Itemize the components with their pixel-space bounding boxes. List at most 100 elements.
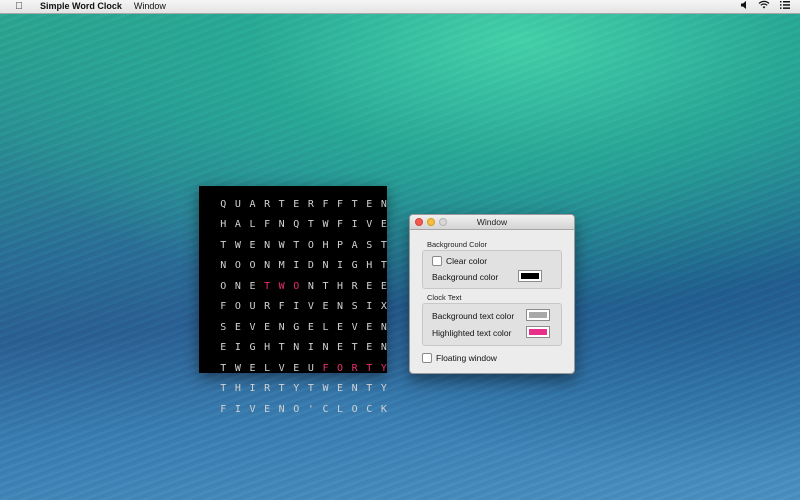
wifi-icon[interactable] (758, 0, 770, 13)
clock-letter: E (366, 280, 373, 292)
clock-letter: H (220, 219, 227, 231)
clock-letter: T (351, 198, 358, 210)
clock-letter: H (264, 342, 271, 354)
clock-letter: F (337, 219, 344, 231)
clock-row: QUARTERFFTEN (216, 194, 391, 215)
clock-letter: N (293, 342, 300, 354)
clock-row: THIRTYTWENTY (216, 379, 391, 400)
clock-letter: E (380, 280, 387, 292)
clock-letter: E (264, 321, 271, 333)
clock-letter: E (366, 321, 373, 333)
floating-window-option[interactable]: Floating window (422, 353, 497, 363)
clock-letter: C (366, 403, 373, 415)
clock-letter: H (337, 280, 344, 292)
clock-letter: R (264, 198, 271, 210)
clock-letter: E (249, 362, 256, 374)
clock-letter: V (249, 403, 256, 415)
volume-icon[interactable] (741, 0, 748, 13)
app-name-menu[interactable]: Simple Word Clock (40, 0, 122, 13)
clock-letter: F (322, 198, 329, 210)
clock-letter: G (351, 260, 358, 272)
clock-letter: E (264, 403, 271, 415)
background-color-well[interactable] (518, 270, 542, 282)
window-menu[interactable]: Window (134, 0, 166, 13)
clock-letter: G (293, 321, 300, 333)
clock-letter: E (234, 321, 241, 333)
clock-letter: V (351, 321, 358, 333)
clock-row: FOURFIVENSIX (216, 297, 391, 318)
clock-letter: A (351, 239, 358, 251)
clock-letter: Q (293, 219, 300, 231)
clock-letter: W (278, 239, 285, 251)
clock-letter: E (337, 383, 344, 395)
clock-letter: S (220, 321, 227, 333)
clock-letter: G (249, 342, 256, 354)
clock-letter: U (249, 301, 256, 313)
clock-letter: E (366, 198, 373, 210)
clock-letter: U (234, 198, 241, 210)
clock-letter: T (220, 362, 227, 374)
clock-letter: R (351, 280, 358, 292)
clock-letter: V (307, 301, 314, 313)
background-text-color-well[interactable] (526, 309, 550, 321)
clock-letter: D (307, 260, 314, 272)
clock-letter: O (293, 403, 300, 415)
clock-letter: Y (380, 383, 387, 395)
clock-letter: I (351, 219, 358, 231)
clock-letter: R (264, 383, 271, 395)
clock-letter: O (337, 362, 344, 374)
clock-letter: L (264, 362, 271, 374)
clock-letter: U (307, 362, 314, 374)
clock-letter: Q (220, 198, 227, 210)
floating-window-checkbox[interactable] (422, 353, 432, 363)
clock-letter: L (337, 403, 344, 415)
word-clock-window[interactable]: QUARTERFFTENHALFNQTWFIVETWENWTOHPASTNOON… (199, 186, 387, 415)
clock-letter: I (307, 342, 314, 354)
clock-letter: N (307, 280, 314, 292)
clock-letter: W (234, 362, 241, 374)
clock-letter: W (234, 239, 241, 251)
clock-letter: E (322, 301, 329, 313)
list-icon[interactable] (780, 0, 790, 13)
clock-letter: S (351, 301, 358, 313)
clock-letter: N (234, 280, 241, 292)
clock-letter: T (264, 280, 271, 292)
clock-letter: T (278, 383, 285, 395)
status-area (741, 0, 790, 13)
clock-letter: N (380, 342, 387, 354)
clock-letter: E (293, 198, 300, 210)
window-title-bar[interactable]: Window (410, 215, 574, 230)
clock-letter: N (264, 260, 271, 272)
clear-color-checkbox[interactable] (432, 256, 442, 266)
clock-letter: E (249, 280, 256, 292)
highlighted-text-color-label: Highlighted text color (432, 328, 512, 338)
clock-letter: W (322, 219, 329, 231)
clock-row: TWENWTOHPAST (216, 235, 391, 256)
clock-letter: E (220, 342, 227, 354)
clock-letter: H (322, 239, 329, 251)
clock-letter: R (307, 198, 314, 210)
clock-letter: N (351, 383, 358, 395)
clock-letter: F (220, 403, 227, 415)
clock-letter: N (220, 260, 227, 272)
clock-letter: E (337, 342, 344, 354)
clock-letter: F (264, 219, 271, 231)
clock-letter: I (249, 383, 256, 395)
clear-color-option[interactable]: Clear color (432, 256, 487, 266)
clock-row: NOONMIDNIGHT (216, 256, 391, 277)
clock-text-section-label: Clock Text (427, 293, 462, 302)
clock-letter: W (322, 383, 329, 395)
clock-letter: N (322, 260, 329, 272)
clock-letter: ' (307, 403, 314, 415)
clock-row: SEVENGELEVEN (216, 317, 391, 338)
clock-text-group: Background text color Highlighted text c… (422, 303, 562, 346)
window-title: Window (476, 217, 508, 227)
clock-letter: I (293, 260, 300, 272)
clock-letter: I (234, 403, 241, 415)
highlighted-text-color-well[interactable] (526, 326, 550, 338)
clock-letter: R (264, 301, 271, 313)
clock-letter: F (337, 198, 344, 210)
apple-menu-icon[interactable]:  (12, 0, 26, 13)
clock-letter: O (351, 403, 358, 415)
clock-letter: E (307, 321, 314, 333)
